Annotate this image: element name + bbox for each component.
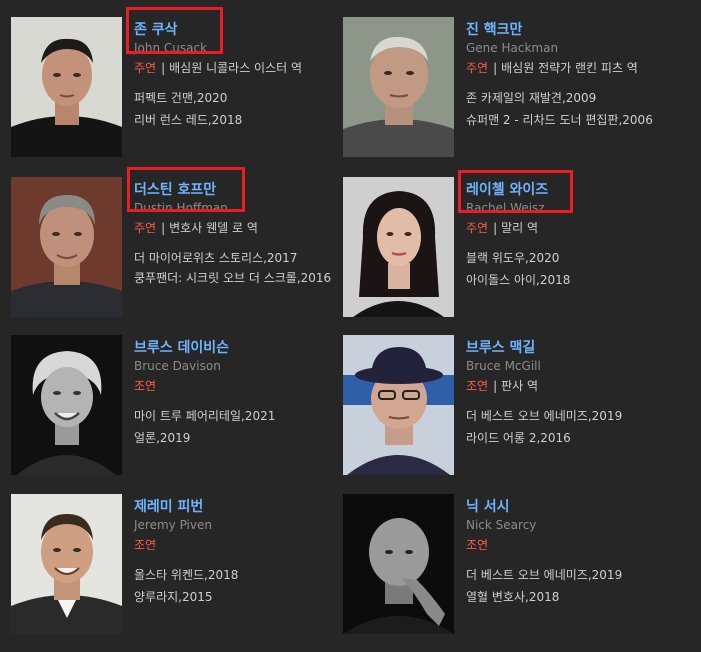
cast-card-nick-searcy: 닉 서시 Nick Searcy 조연 더 베스트 오브 에네미즈,2019 열… (343, 494, 673, 636)
actor-photo-john-cusack[interactable] (11, 17, 122, 157)
actor-role: 조연 (134, 536, 334, 555)
actor-role: 주연 | 배심원 전략가 랜킨 피츠 역 (466, 59, 666, 78)
filmography-item[interactable]: 더 베스트 오브 에네미즈,2019 (466, 405, 666, 427)
actor-name-link[interactable]: 제레미 피번 (134, 498, 334, 516)
actor-name-link[interactable]: 존 쿠삭 (134, 21, 334, 39)
role-type: 주연 (466, 221, 489, 235)
role-separator: | (493, 61, 498, 75)
filmography-item[interactable]: 마이 트루 페어리테일,2021 (134, 405, 334, 427)
actor-role: 주연 | 변호사 웬델 로 역 (134, 219, 334, 238)
filmography-item[interactable]: 아이돌스 아이,2018 (466, 269, 666, 291)
actor-name-link[interactable]: 레이첼 와이즈 (466, 181, 666, 199)
role-separator: | (493, 379, 498, 393)
actor-photo-bruce-davison[interactable] (11, 335, 122, 475)
character-name: 말리 역 (501, 221, 539, 235)
actor-name-link[interactable]: 브루스 데이비슨 (134, 339, 334, 357)
filmography-item[interactable]: 존 카제일의 재발견,2009 (466, 87, 666, 109)
actor-name-link[interactable]: 브루스 맥길 (466, 339, 666, 357)
filmography-item[interactable]: 더 마이어로위츠 스토리스,2017 (134, 247, 334, 269)
actor-photo-gene-hackman[interactable] (343, 17, 454, 157)
cast-card-jeremy-piven: 제레미 피번 Jeremy Piven 조연 올스타 위켄드,2018 양루라지… (11, 494, 341, 636)
character-name: 판사 역 (501, 379, 539, 393)
role-separator: | (493, 221, 498, 235)
filmography-item[interactable]: 얼론,2019 (134, 427, 334, 449)
cast-card-rachel-weisz: 레이첼 와이즈 Rachel Weisz 주연 | 말리 역 블랙 위도우,2020… (343, 170, 673, 319)
actor-role: 조연 (466, 536, 666, 555)
filmography-list: 더 마이어로위츠 스토리스,2017 쿵푸팬더: 시크릿 오브 더 스크롤,20… (134, 247, 334, 287)
role-separator: | (161, 61, 166, 75)
role-type: 주연 (134, 221, 157, 235)
actor-english-name: Nick Searcy (466, 518, 537, 532)
actor-role: 조연 (134, 377, 334, 396)
cast-card-gene-hackman: 진 핵크만 Gene Hackman 주연 | 배심원 전략가 랜킨 피츠 역 존 … (343, 17, 673, 159)
filmography-item[interactable]: 리버 런스 레드,2018 (134, 109, 334, 131)
actor-role: 주연 | 말리 역 (466, 219, 666, 238)
cast-card-bruce-mcgill: 브루스 맥길 Bruce McGill 조연 | 판사 역 더 베스트 오브 에네미… (343, 335, 673, 477)
cast-card-john-cusack: 존 쿠삭 John Cusack 주연 | 배심원 니콜라스 이스터 역 퍼펙트 건… (11, 7, 341, 159)
actor-english-name: Dustin Hoffman (134, 201, 228, 215)
filmography-item[interactable]: 퍼펙트 건맨,2020 (134, 87, 334, 109)
filmography-item[interactable]: 슈퍼맨 2 - 리차드 도너 편집판,2006 (466, 109, 666, 131)
role-type: 조연 (466, 379, 489, 393)
actor-name-link[interactable]: 진 핵크만 (466, 21, 666, 39)
actor-english-name: Jeremy Piven (134, 518, 212, 532)
filmography-list: 올스타 위켄드,2018 양루라지,2015 (134, 564, 334, 608)
character-name: 배심원 니콜라스 이스터 역 (169, 61, 303, 75)
actor-photo-nick-searcy[interactable] (343, 494, 454, 634)
filmography-list: 더 베스트 오브 에네미즈,2019 열혈 변호사,2018 (466, 564, 666, 608)
actor-photo-jeremy-piven[interactable] (11, 494, 122, 634)
actor-english-name: Gene Hackman (466, 41, 559, 55)
role-type: 조연 (134, 538, 157, 552)
actor-role: 조연 | 판사 역 (466, 377, 666, 396)
actor-english-name: Rachel Weisz (466, 201, 545, 215)
filmography-list: 더 베스트 오브 에네미즈,2019 라이드 어롱 2,2016 (466, 405, 666, 449)
filmography-item[interactable]: 블랙 위도우,2020 (466, 247, 666, 269)
role-type: 주연 (134, 61, 157, 75)
role-separator: | (161, 221, 166, 235)
actor-english-name: Bruce Davison (134, 359, 221, 373)
filmography-item[interactable]: 쿵푸팬더: 시크릿 오브 더 스크롤,2016 (134, 269, 334, 287)
filmography-list: 마이 트루 페어리테일,2021 얼론,2019 (134, 405, 334, 449)
role-type: 조연 (466, 538, 489, 552)
filmography-item[interactable]: 라이드 어롱 2,2016 (466, 427, 666, 449)
actor-role: 주연 | 배심원 니콜라스 이스터 역 (134, 59, 334, 78)
filmography-item[interactable]: 열혈 변호사,2018 (466, 586, 666, 608)
actor-english-name: Bruce McGill (466, 359, 541, 373)
cast-card-bruce-davison: 브루스 데이비슨 Bruce Davison 조연 마이 트루 페어리테일,20… (11, 335, 341, 477)
actor-english-name: John Cusack (134, 41, 208, 55)
actor-photo-rachel-weisz[interactable] (343, 177, 454, 317)
filmography-item[interactable]: 양루라지,2015 (134, 586, 334, 608)
filmography-list: 블랙 위도우,2020 아이돌스 아이,2018 (466, 247, 666, 291)
character-name: 배심원 전략가 랜킨 피츠 역 (501, 61, 638, 75)
character-name: 변호사 웬델 로 역 (169, 221, 258, 235)
actor-photo-bruce-mcgill[interactable] (343, 335, 454, 475)
role-type: 조연 (134, 379, 157, 393)
role-type: 주연 (466, 61, 489, 75)
actor-photo-dustin-hoffman[interactable] (11, 177, 122, 317)
actor-name-link[interactable]: 더스틴 호프만 (134, 181, 334, 199)
actor-name-link[interactable]: 닉 서시 (466, 498, 666, 516)
filmography-list: 존 카제일의 재발견,2009 슈퍼맨 2 - 리차드 도너 편집판,2006 (466, 87, 666, 131)
filmography-item[interactable]: 더 베스트 오브 에네미즈,2019 (466, 564, 666, 586)
filmography-list: 퍼펙트 건맨,2020 리버 런스 레드,2018 (134, 87, 334, 131)
filmography-item[interactable]: 올스타 위켄드,2018 (134, 564, 334, 586)
cast-card-dustin-hoffman: 더스틴 호프만 Dustin Hoffman 주연 | 변호사 웬델 로 역 더 마… (11, 167, 341, 319)
